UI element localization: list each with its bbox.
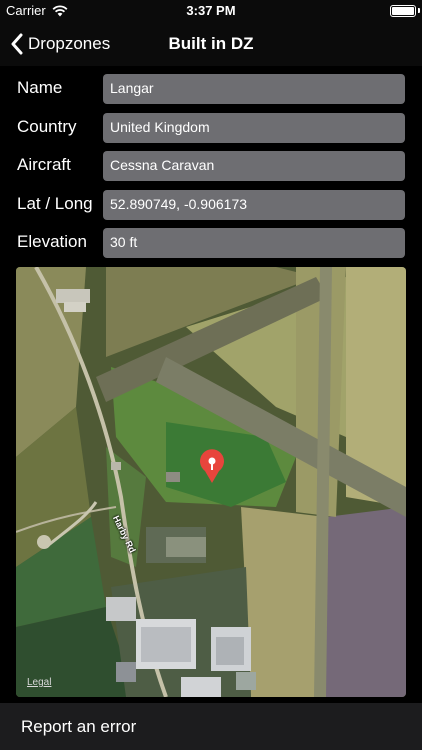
form-row-elevation: Elevation 30 ft	[0, 228, 422, 258]
form-row-name: Name Langar	[0, 74, 422, 104]
form-row-latlong: Lat / Long 52.890749, -0.906173	[0, 190, 422, 220]
report-error-button[interactable]: Report an error	[21, 717, 136, 737]
form-row-country: Country United Kingdom	[0, 113, 422, 143]
dropzone-form: Name Langar Country United Kingdom Aircr…	[0, 66, 422, 264]
name-label: Name	[17, 78, 63, 97]
status-bar: Carrier 3:37 PM	[0, 0, 422, 22]
navigation-bar: Dropzones Built in DZ	[0, 22, 422, 66]
latlong-label: Lat / Long	[17, 194, 93, 213]
latlong-field[interactable]: 52.890749, -0.906173	[103, 190, 405, 220]
footer-bar: Report an error	[0, 703, 422, 750]
elevation-field[interactable]: 30 ft	[103, 228, 405, 258]
page-title: Built in DZ	[168, 34, 254, 53]
aircraft-field[interactable]: Cessna Caravan	[103, 151, 405, 181]
form-row-aircraft: Aircraft Cessna Caravan	[0, 151, 422, 181]
country-field[interactable]: United Kingdom	[103, 113, 405, 143]
satellite-map[interactable]: Harby Rd Legal	[16, 267, 406, 697]
legal-link[interactable]: Legal	[27, 677, 51, 688]
battery-tip	[418, 8, 420, 13]
battery-icon	[390, 5, 416, 17]
elevation-label: Elevation	[17, 232, 87, 251]
name-field[interactable]: Langar	[103, 74, 405, 104]
aircraft-label: Aircraft	[17, 155, 71, 174]
map-pin-icon[interactable]	[198, 449, 226, 485]
status-time: 3:37 PM	[186, 3, 236, 18]
country-label: Country	[17, 117, 77, 136]
